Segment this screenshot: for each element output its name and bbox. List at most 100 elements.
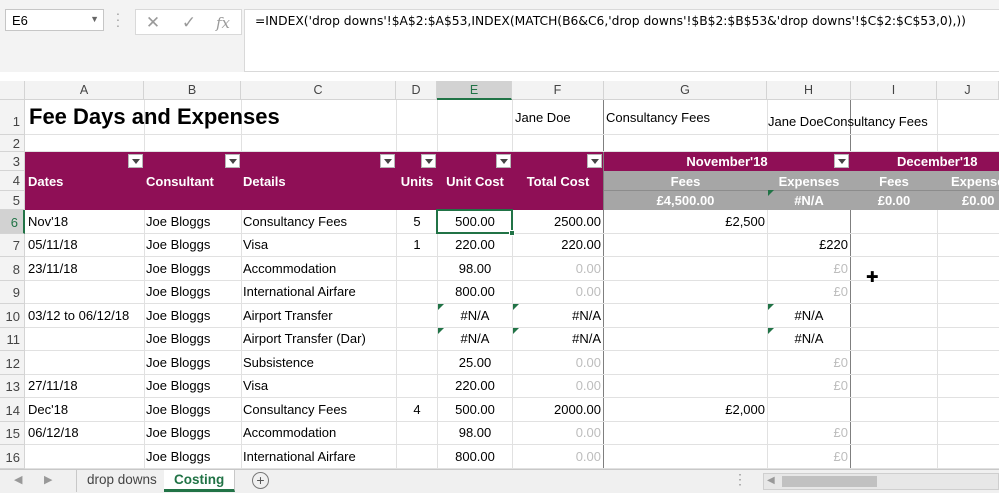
cell-consultant[interactable]: Joe Bloggs [146, 355, 240, 370]
row-header[interactable]: 11 [0, 328, 25, 351]
row-header[interactable]: 3 [0, 152, 25, 171]
cell-g1[interactable]: Consultancy Fees [606, 110, 766, 125]
row-header[interactable]: 4 [0, 171, 25, 191]
cell-consultant[interactable]: Joe Bloggs [146, 284, 240, 299]
cell-total-cost[interactable]: 0.00 [513, 261, 602, 276]
header-consultant[interactable]: Consultant [146, 174, 240, 189]
cell-consultant[interactable]: Joe Bloggs [146, 214, 240, 229]
name-box[interactable]: E6 ▼ [5, 9, 104, 31]
cell-date[interactable]: 05/11/18 [28, 237, 142, 252]
cell-expenses[interactable]: £0 [768, 261, 848, 276]
cell-expenses[interactable]: £0 [768, 284, 848, 299]
chevron-down-icon[interactable]: ▼ [90, 14, 99, 24]
cell-unit-cost[interactable]: #N/A [438, 308, 512, 323]
header-details[interactable]: Details [243, 174, 393, 189]
header-fees-dec[interactable]: Fees [851, 174, 937, 189]
tab-costing[interactable]: Costing [164, 470, 236, 492]
select-all-button[interactable] [0, 81, 25, 100]
cell-details[interactable]: Accommodation [243, 425, 395, 440]
cell-consultant[interactable]: Joe Bloggs [146, 308, 240, 323]
cell-total-cost[interactable]: 0.00 [513, 284, 602, 299]
header-dates[interactable]: Dates [28, 174, 138, 189]
tab-drop-downs[interactable]: drop downs [76, 470, 168, 492]
header-units[interactable]: Units [397, 174, 437, 189]
month-header-november[interactable]: November'18 [604, 154, 850, 169]
cell-details[interactable]: Visa [243, 378, 395, 393]
cell-total-cost[interactable]: 0.00 [513, 378, 602, 393]
cell-expenses[interactable]: £0 [768, 355, 848, 370]
row-header[interactable]: 15 [0, 422, 25, 445]
column-header-d[interactable]: D [396, 81, 437, 100]
cell-consultant[interactable]: Joe Bloggs [146, 402, 240, 417]
cell-fees[interactable]: £2,500 [604, 214, 765, 229]
cell-unit-cost[interactable]: 800.00 [438, 284, 512, 299]
cell-total-cost[interactable]: #N/A [513, 308, 602, 323]
cell-date[interactable]: Nov'18 [28, 214, 142, 229]
formula-input[interactable]: =INDEX('drop downs'!$A$2:$A$53,INDEX(MAT… [244, 9, 999, 72]
filter-dropdown-details[interactable] [380, 154, 395, 168]
cell-total-cost[interactable]: 2500.00 [513, 214, 602, 229]
total-fees-dec[interactable]: £0.00 [851, 193, 937, 208]
enter-icon[interactable]: ✓ [176, 12, 202, 34]
header-fees-nov[interactable]: Fees [604, 174, 767, 189]
filter-dropdown-total-cost[interactable] [587, 154, 602, 168]
cell-unit-cost[interactable]: 98.00 [438, 425, 512, 440]
cell-details[interactable]: Consultancy Fees [243, 214, 395, 229]
cell-details[interactable]: Subsistence [243, 355, 395, 370]
more-icon[interactable]: · · · [115, 6, 121, 32]
scrollbar-thumb[interactable] [782, 476, 877, 487]
row-header[interactable]: 13 [0, 375, 25, 398]
cell-consultant[interactable]: Joe Bloggs [146, 449, 240, 464]
cell-total-cost[interactable]: 2000.00 [513, 402, 602, 417]
sheet-title[interactable]: Fee Days and Expenses [29, 104, 389, 134]
cell-details[interactable]: Consultancy Fees [243, 402, 395, 417]
cell-units[interactable]: 1 [397, 237, 437, 252]
cell-details[interactable]: Visa [243, 237, 395, 252]
cell-expenses[interactable]: #N/A [768, 331, 850, 346]
month-header-december[interactable]: December'18 [851, 154, 999, 169]
total-expenses-nov[interactable]: #N/A [768, 193, 850, 208]
cell-total-cost[interactable]: 0.00 [513, 355, 602, 370]
cell-details[interactable]: International Airfare [243, 449, 395, 464]
cell-consultant[interactable]: Joe Bloggs [146, 237, 240, 252]
column-header-h[interactable]: H [767, 81, 851, 100]
total-fees-nov[interactable]: £4,500.00 [604, 193, 767, 208]
horizontal-scrollbar[interactable]: ◀ [763, 473, 999, 490]
cell-details[interactable]: Accommodation [243, 261, 395, 276]
cell-unit-cost[interactable]: 25.00 [438, 355, 512, 370]
filter-dropdown-units[interactable] [421, 154, 436, 168]
row-header[interactable]: 10 [0, 304, 25, 328]
cell-date[interactable]: 23/11/18 [28, 261, 142, 276]
row-header[interactable]: 5 [0, 191, 25, 210]
cell-fees[interactable]: £2,000 [604, 402, 765, 417]
cell-expenses[interactable]: £0 [768, 378, 848, 393]
cell-unit-cost[interactable]: 800.00 [438, 449, 512, 464]
insert-function-icon[interactable]: fx [210, 12, 236, 34]
row-header[interactable]: 2 [0, 135, 25, 152]
cell-details[interactable]: Airport Transfer (Dar) [243, 331, 395, 346]
cell-unit-cost[interactable]: 220.00 [438, 378, 512, 393]
cell-total-cost[interactable]: 220.00 [513, 237, 602, 252]
column-header-e[interactable]: E [437, 81, 512, 100]
total-expenses-dec[interactable]: £0.00 [962, 193, 999, 208]
cell-date[interactable]: 27/11/18 [28, 378, 142, 393]
cell-consultant[interactable]: Joe Bloggs [146, 378, 240, 393]
header-expenses-nov[interactable]: Expenses [768, 174, 850, 189]
cell-date[interactable]: 06/12/18 [28, 425, 142, 440]
cancel-icon[interactable]: ✕ [140, 12, 166, 34]
cell-h1[interactable]: Jane DoeConsultancy Fees [768, 114, 948, 129]
row-header[interactable]: 7 [0, 234, 25, 257]
fill-handle[interactable] [509, 230, 515, 236]
column-header-b[interactable]: B [144, 81, 241, 100]
cell-unit-cost[interactable]: 500.00 [438, 402, 512, 417]
row-header[interactable]: 8 [0, 257, 25, 281]
cell-details[interactable]: International Airfare [243, 284, 395, 299]
column-header-c[interactable]: C [241, 81, 396, 100]
filter-dropdown-consultant[interactable] [225, 154, 240, 168]
row-header[interactable]: 9 [0, 281, 25, 304]
cell-consultant[interactable]: Joe Bloggs [146, 331, 240, 346]
column-header-f[interactable]: F [512, 81, 604, 100]
cell-expenses[interactable]: £0 [768, 425, 848, 440]
cell-unit-cost[interactable]: 98.00 [438, 261, 512, 276]
scroll-left-icon[interactable]: ◀ [767, 475, 775, 486]
